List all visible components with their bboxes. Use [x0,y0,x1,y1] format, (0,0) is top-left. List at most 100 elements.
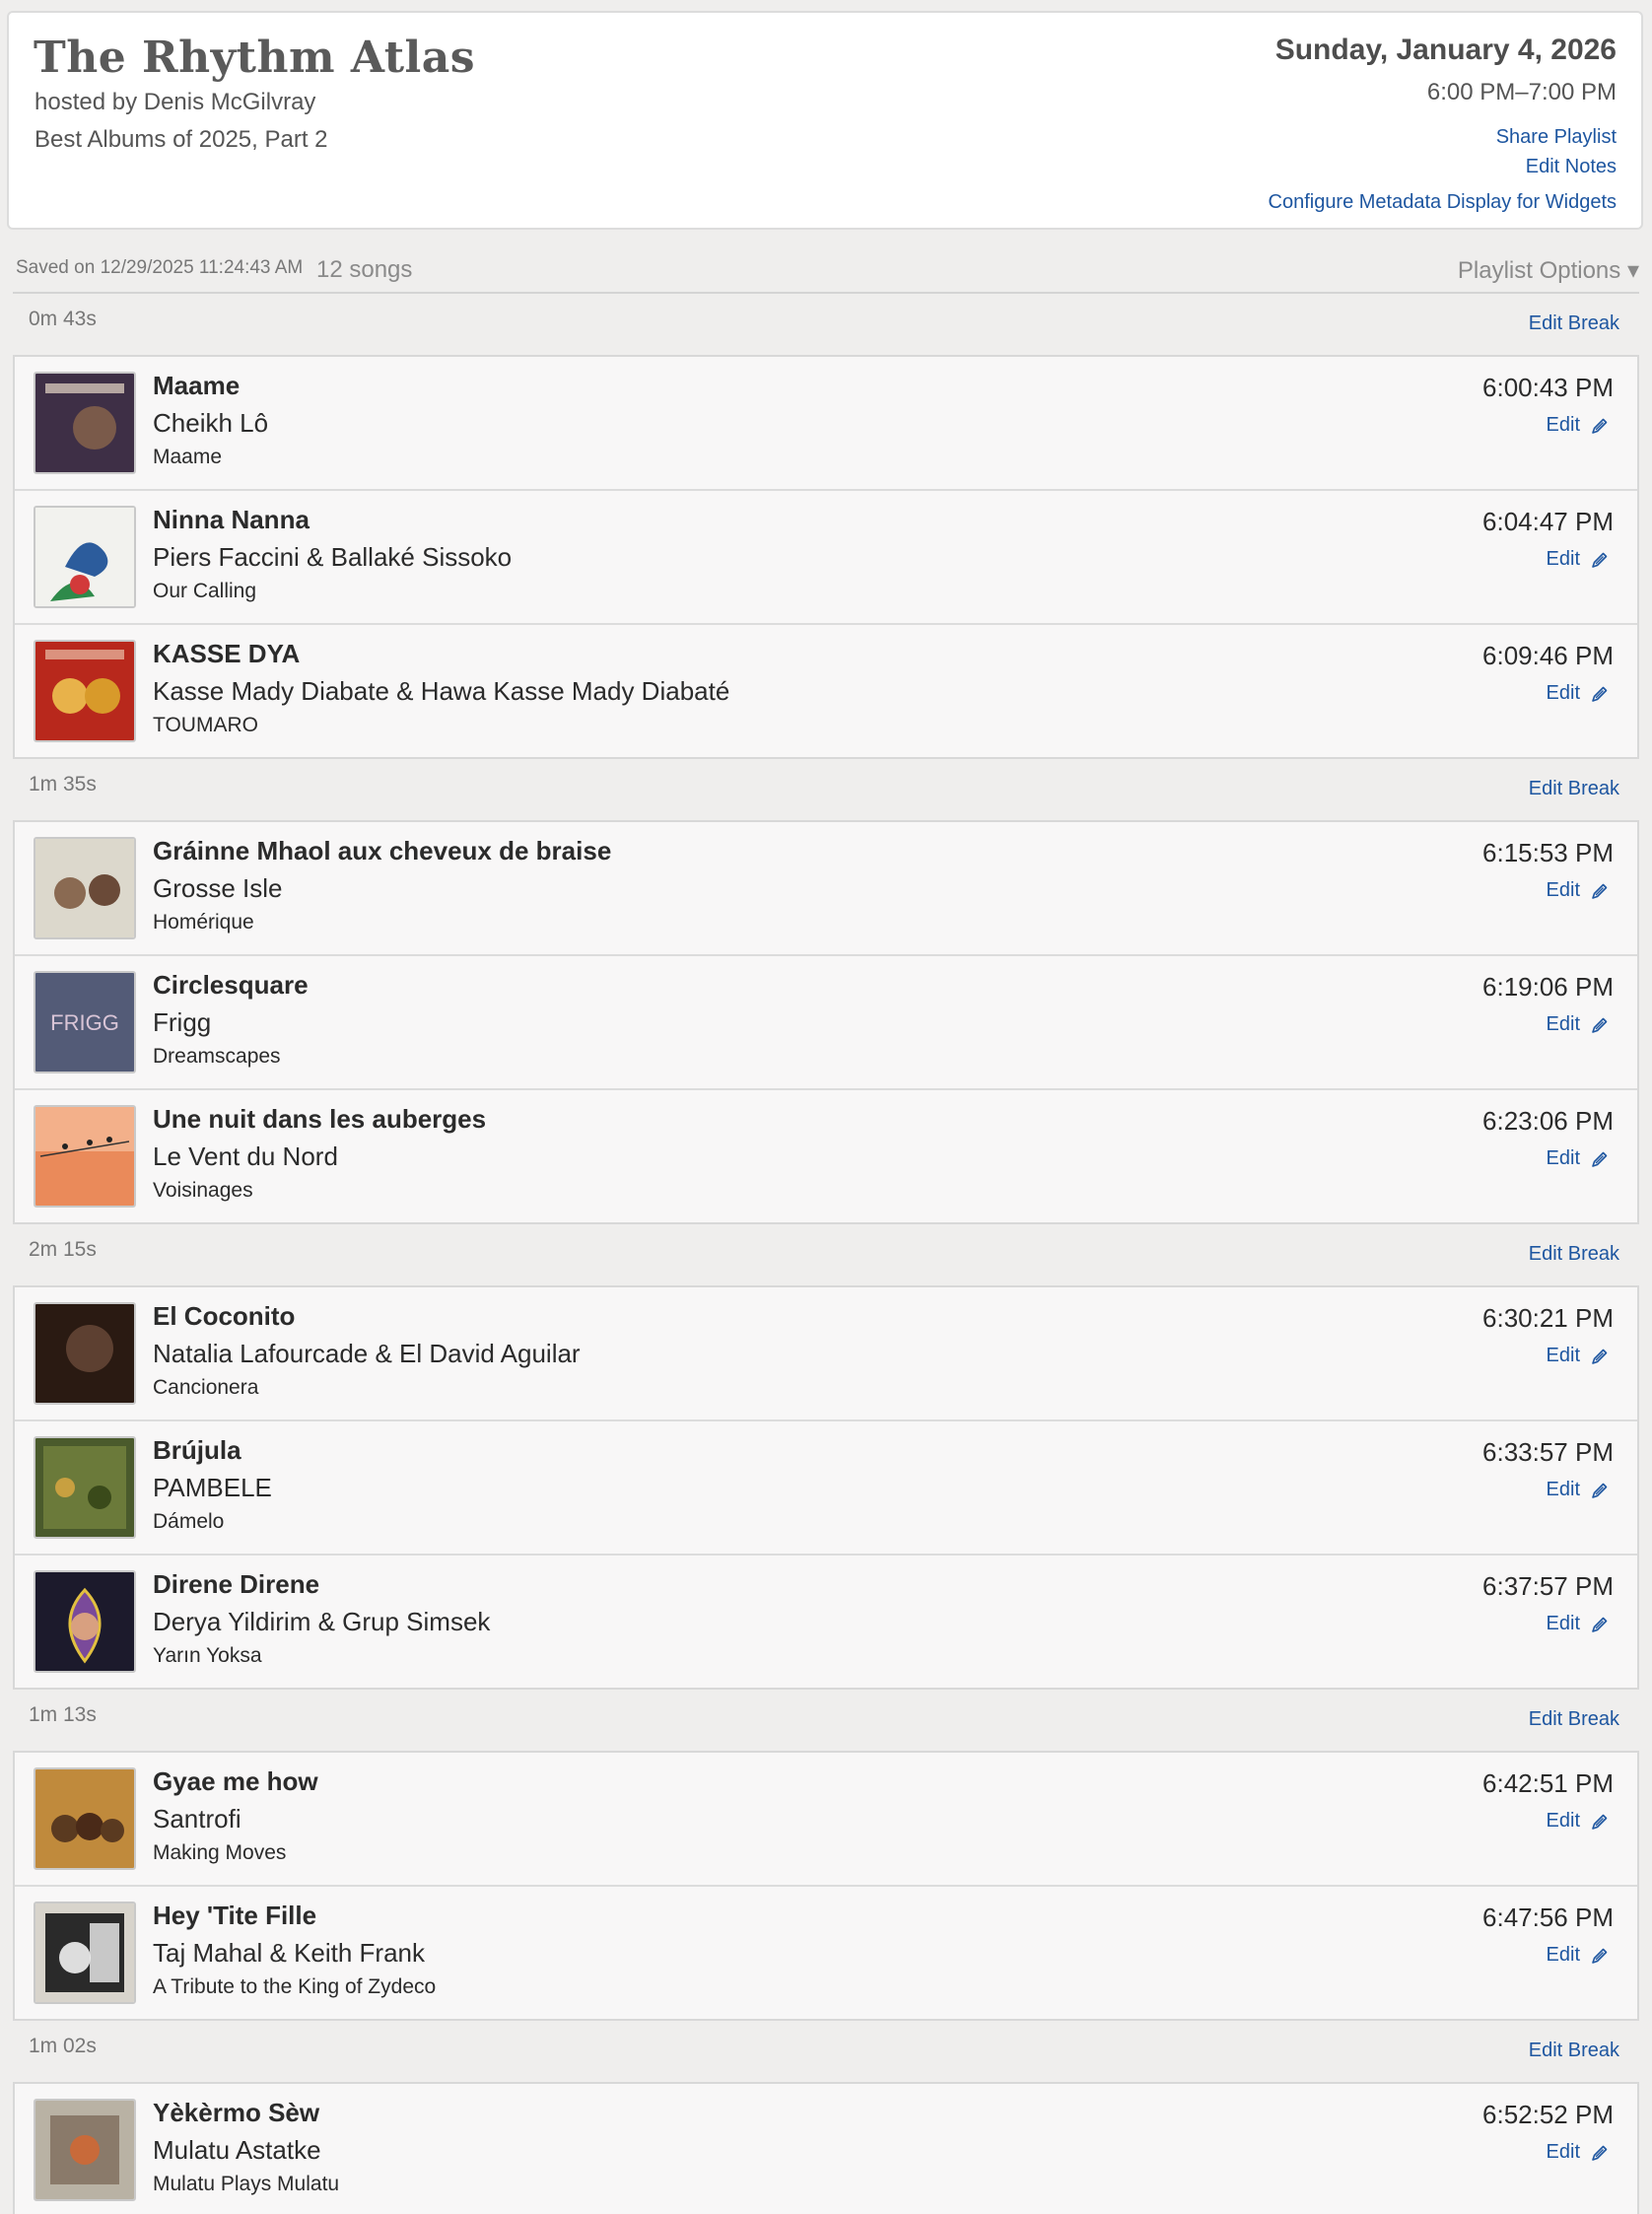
album-art [34,1105,136,1208]
configure-metadata-link[interactable]: Configure Metadata Display for Widgets [1269,187,1618,217]
song-album: Voisinages [153,1179,253,1202]
edit-label: Edit [1546,682,1580,704]
pencil-icon [1592,418,1608,434]
song-airtime: 6:23:06 PM [1482,1106,1614,1136]
edit-break-link[interactable]: Edit Break [1529,312,1619,335]
show-header: The Rhythm Atlas hosted by Denis McGilvr… [7,11,1643,230]
pencil-icon [1592,2145,1608,2161]
song-count: 12 songs [316,256,413,283]
edit-break-link[interactable]: Edit Break [1529,1708,1619,1731]
edit-song-link[interactable]: Edit [1547,1944,1610,1967]
album-art [34,1302,136,1405]
song-airtime: 6:37:57 PM [1482,1571,1614,1601]
break-duration: 1m 02s [29,2035,97,2057]
edit-label: Edit [1546,2141,1580,2163]
break-row: 1m 35s Edit Break [13,759,1639,820]
edit-song-link[interactable]: Edit [1547,879,1610,902]
song-album: Maame [153,446,223,468]
share-playlist-link[interactable]: Share Playlist [1269,122,1617,152]
song-group: Gyae me how Santrofi Making Moves 6:42:51 P… [13,1751,1639,2021]
album-art [34,837,136,939]
song-title: Yèkèrmo Sèw [153,2098,320,2127]
edit-song-link[interactable]: Edit [1547,1013,1610,1036]
edit-song-link[interactable]: Edit [1547,1345,1610,1367]
break-row: 0m 43s Edit Break [13,294,1639,355]
song-row: Gyae me how Santrofi Making Moves 6:42:51 P… [15,1753,1637,1885]
song-title: Brújula [153,1435,241,1465]
edit-label: Edit [1546,879,1580,901]
song-title: Gyae me how [153,1766,318,1796]
song-airtime: 6:09:46 PM [1482,641,1614,670]
song-album: Our Calling [153,580,257,602]
song-group: Maame Cheikh Lô Maame 6:00:43 PM Edit Ninna N… [13,355,1639,759]
break-duration: 0m 43s [29,308,97,330]
pencil-icon [1592,1814,1608,1830]
pencil-icon [1592,1948,1608,1964]
edit-song-link[interactable]: Edit [1547,682,1610,705]
song-artist: Derya Yildirim & Grup Simsek [153,1607,491,1636]
song-title: Une nuit dans les auberges [153,1104,487,1134]
song-row: Hey 'Tite Fille Taj Mahal & Keith Frank A … [15,1885,1637,2019]
song-row: Maame Cheikh Lô Maame 6:00:43 PM Edit [15,357,1637,489]
song-title: Gráinne Mhaol aux cheveux de braise [153,836,612,865]
edit-break-link[interactable]: Edit Break [1529,1243,1619,1266]
song-row: FRIGG Circlesquare Frigg Dreamscapes 6:19:06… [15,954,1637,1088]
song-album: Homérique [153,911,254,934]
break-row: 2m 15s Edit Break [13,1224,1639,1285]
song-airtime: 6:04:47 PM [1482,507,1614,536]
song-artist: Taj Mahal & Keith Frank [153,1938,426,1968]
song-group: El Coconito Natalia Lafourcade & El David… [13,1285,1639,1690]
edit-label: Edit [1546,1810,1580,1832]
edit-label: Edit [1546,414,1580,436]
edit-label: Edit [1546,1944,1580,1966]
song-title: El Coconito [153,1301,296,1331]
show-time: 6:00 PM–7:00 PM [1426,79,1617,105]
playlist-options-menu[interactable]: Playlist Options ▾ [1458,256,1639,285]
song-airtime: 6:00:43 PM [1482,373,1614,402]
pencil-icon [1592,1483,1608,1498]
song-artist: Frigg [153,1007,212,1037]
edit-song-link[interactable]: Edit [1547,1479,1610,1501]
break-duration: 2m 15s [29,1238,97,1261]
song-artist: Cheikh Lô [153,408,269,438]
edit-notes-link[interactable]: Edit Notes [1269,152,1617,181]
song-album: Yarın Yoksa [153,1644,262,1667]
song-artist: Grosse Isle [153,873,283,903]
song-airtime: 6:19:06 PM [1482,972,1614,1002]
song-row: KASSE DYA Kasse Mady Diabate & Hawa Kasse… [15,623,1637,757]
song-album: Mulatu Plays Mulatu [153,2173,340,2195]
song-airtime: 6:15:53 PM [1482,838,1614,867]
break-duration: 1m 35s [29,773,97,796]
song-row: El Coconito Natalia Lafourcade & El David… [15,1287,1637,1419]
show-schedule: Sunday, January 4, 2026 6:00 PM–7:00 PM … [1269,34,1618,217]
edit-song-link[interactable]: Edit [1547,1147,1610,1170]
edit-label: Edit [1546,1613,1580,1634]
edit-song-link[interactable]: Edit [1547,1613,1610,1635]
edit-label: Edit [1546,1147,1580,1169]
show-title: The Rhythm Atlas [34,33,476,83]
edit-song-link[interactable]: Edit [1547,414,1610,437]
edit-song-link[interactable]: Edit [1547,2141,1610,2164]
episode-title: Best Albums of 2025, Part 2 [34,126,328,153]
song-group: Gráinne Mhaol aux cheveux de braise Gross… [13,820,1639,1224]
pencil-icon [1592,552,1608,568]
song-artist: Mulatu Astatke [153,2135,321,2165]
edit-break-link[interactable]: Edit Break [1529,2040,1619,2062]
edit-song-link[interactable]: Edit [1547,548,1610,571]
song-album: A Tribute to the King of Zydeco [153,1975,437,1998]
song-group: Yèkèrmo Sèw Mulatu Astatke Mulatu Plays Mu… [13,2082,1639,2214]
break-duration: 1m 13s [29,1703,97,1726]
edit-song-link[interactable]: Edit [1547,1810,1610,1833]
song-airtime: 6:47:56 PM [1482,1903,1614,1932]
song-artist: Kasse Mady Diabate & Hawa Kasse Mady Dia… [153,676,730,706]
song-airtime: 6:33:57 PM [1482,1437,1614,1467]
pencil-icon [1592,686,1608,702]
album-art [34,2099,136,2201]
album-art [34,1902,136,2004]
song-title: Hey 'Tite Fille [153,1901,317,1930]
edit-break-link[interactable]: Edit Break [1529,778,1619,800]
break-row: 1m 13s Edit Break [13,1690,1639,1751]
album-art [34,506,136,608]
playlist-meta-bar: Saved on 12/29/2025 11:24:43 AM 12 songs… [13,250,1639,294]
song-airtime: 6:52:52 PM [1482,2100,1614,2129]
